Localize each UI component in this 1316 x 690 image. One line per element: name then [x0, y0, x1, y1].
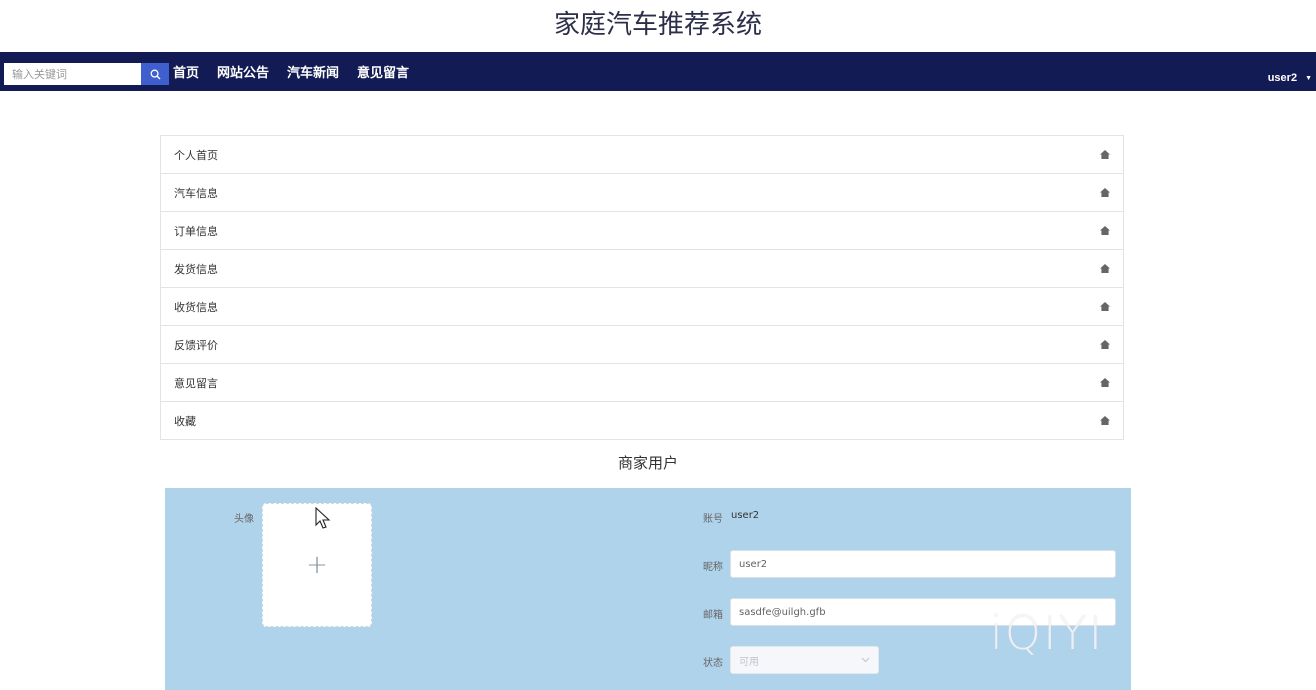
nav-link-home[interactable]: 首页	[173, 62, 199, 81]
home-icon	[1100, 416, 1110, 425]
menu-item-label: 个人首页	[174, 148, 218, 162]
search-input[interactable]	[4, 63, 141, 85]
home-icon	[1100, 264, 1110, 273]
user-menu[interactable]: user2 ▼	[1268, 70, 1312, 86]
search-icon	[150, 69, 160, 79]
menu-item-favorites[interactable]: 收藏	[161, 402, 1123, 440]
nav-link-car-news[interactable]: 汽车新闻	[287, 62, 339, 81]
account-value: user2	[731, 510, 760, 521]
email-label: 邮箱	[703, 610, 723, 621]
plus-icon: +	[306, 550, 328, 580]
menu-item-personal-home[interactable]: 个人首页	[161, 136, 1123, 174]
caret-down-icon: ▼	[1305, 74, 1312, 82]
home-icon	[1100, 302, 1110, 311]
nickname-label: 昵称	[703, 562, 723, 573]
home-icon	[1100, 340, 1110, 349]
menu-item-label: 汽车信息	[174, 186, 218, 200]
profile-form: 头像 + 账号 user2 昵称 邮箱 状态 可用	[165, 488, 1131, 690]
home-icon	[1100, 378, 1110, 387]
user-center-menu: 个人首页 汽车信息 订单信息 发货信息 收货信息 反馈评价 意见留言 收藏	[160, 135, 1124, 440]
menu-item-receiving[interactable]: 收货信息	[161, 288, 1123, 326]
avatar-label: 头像	[234, 514, 254, 525]
site-title: 家庭汽车推荐系统	[553, 10, 762, 40]
menu-item-shipping[interactable]: 发货信息	[161, 250, 1123, 288]
mouse-cursor-icon	[315, 507, 331, 529]
username: user2	[1267, 72, 1298, 84]
account-label: 账号	[703, 514, 723, 525]
menu-item-label: 意见留言	[174, 376, 218, 390]
menu-item-reviews[interactable]: 反馈评价	[161, 326, 1123, 364]
status-select[interactable]: 可用	[730, 646, 879, 674]
watermark-logo: iQIYI	[990, 606, 1105, 660]
menu-item-label: 收藏	[174, 414, 196, 428]
nav-link-feedback[interactable]: 意见留言	[357, 62, 409, 81]
home-icon	[1100, 188, 1110, 197]
menu-item-label: 收货信息	[174, 300, 218, 314]
menu-item-label: 发货信息	[174, 262, 218, 276]
nickname-field[interactable]	[730, 550, 1116, 578]
nav-link-announcements[interactable]: 网站公告	[217, 62, 269, 81]
menu-item-orders[interactable]: 订单信息	[161, 212, 1123, 250]
status-value: 可用	[739, 656, 759, 668]
menu-item-messages[interactable]: 意见留言	[161, 364, 1123, 402]
section-title: 商家用户	[617, 454, 678, 472]
menu-item-car-info[interactable]: 汽车信息	[161, 174, 1123, 212]
home-icon	[1100, 150, 1110, 159]
search-button[interactable]	[141, 63, 169, 85]
home-icon	[1100, 226, 1110, 235]
menu-item-label: 反馈评价	[174, 338, 218, 352]
status-label: 状态	[703, 658, 723, 669]
menu-item-label: 订单信息	[174, 224, 218, 238]
nav-links: 首页 网站公告 汽车新闻 意见留言	[173, 52, 427, 91]
chevron-down-icon	[861, 657, 870, 663]
navbar: 首页 网站公告 汽车新闻 意见留言 user2 ▼	[0, 52, 1316, 91]
